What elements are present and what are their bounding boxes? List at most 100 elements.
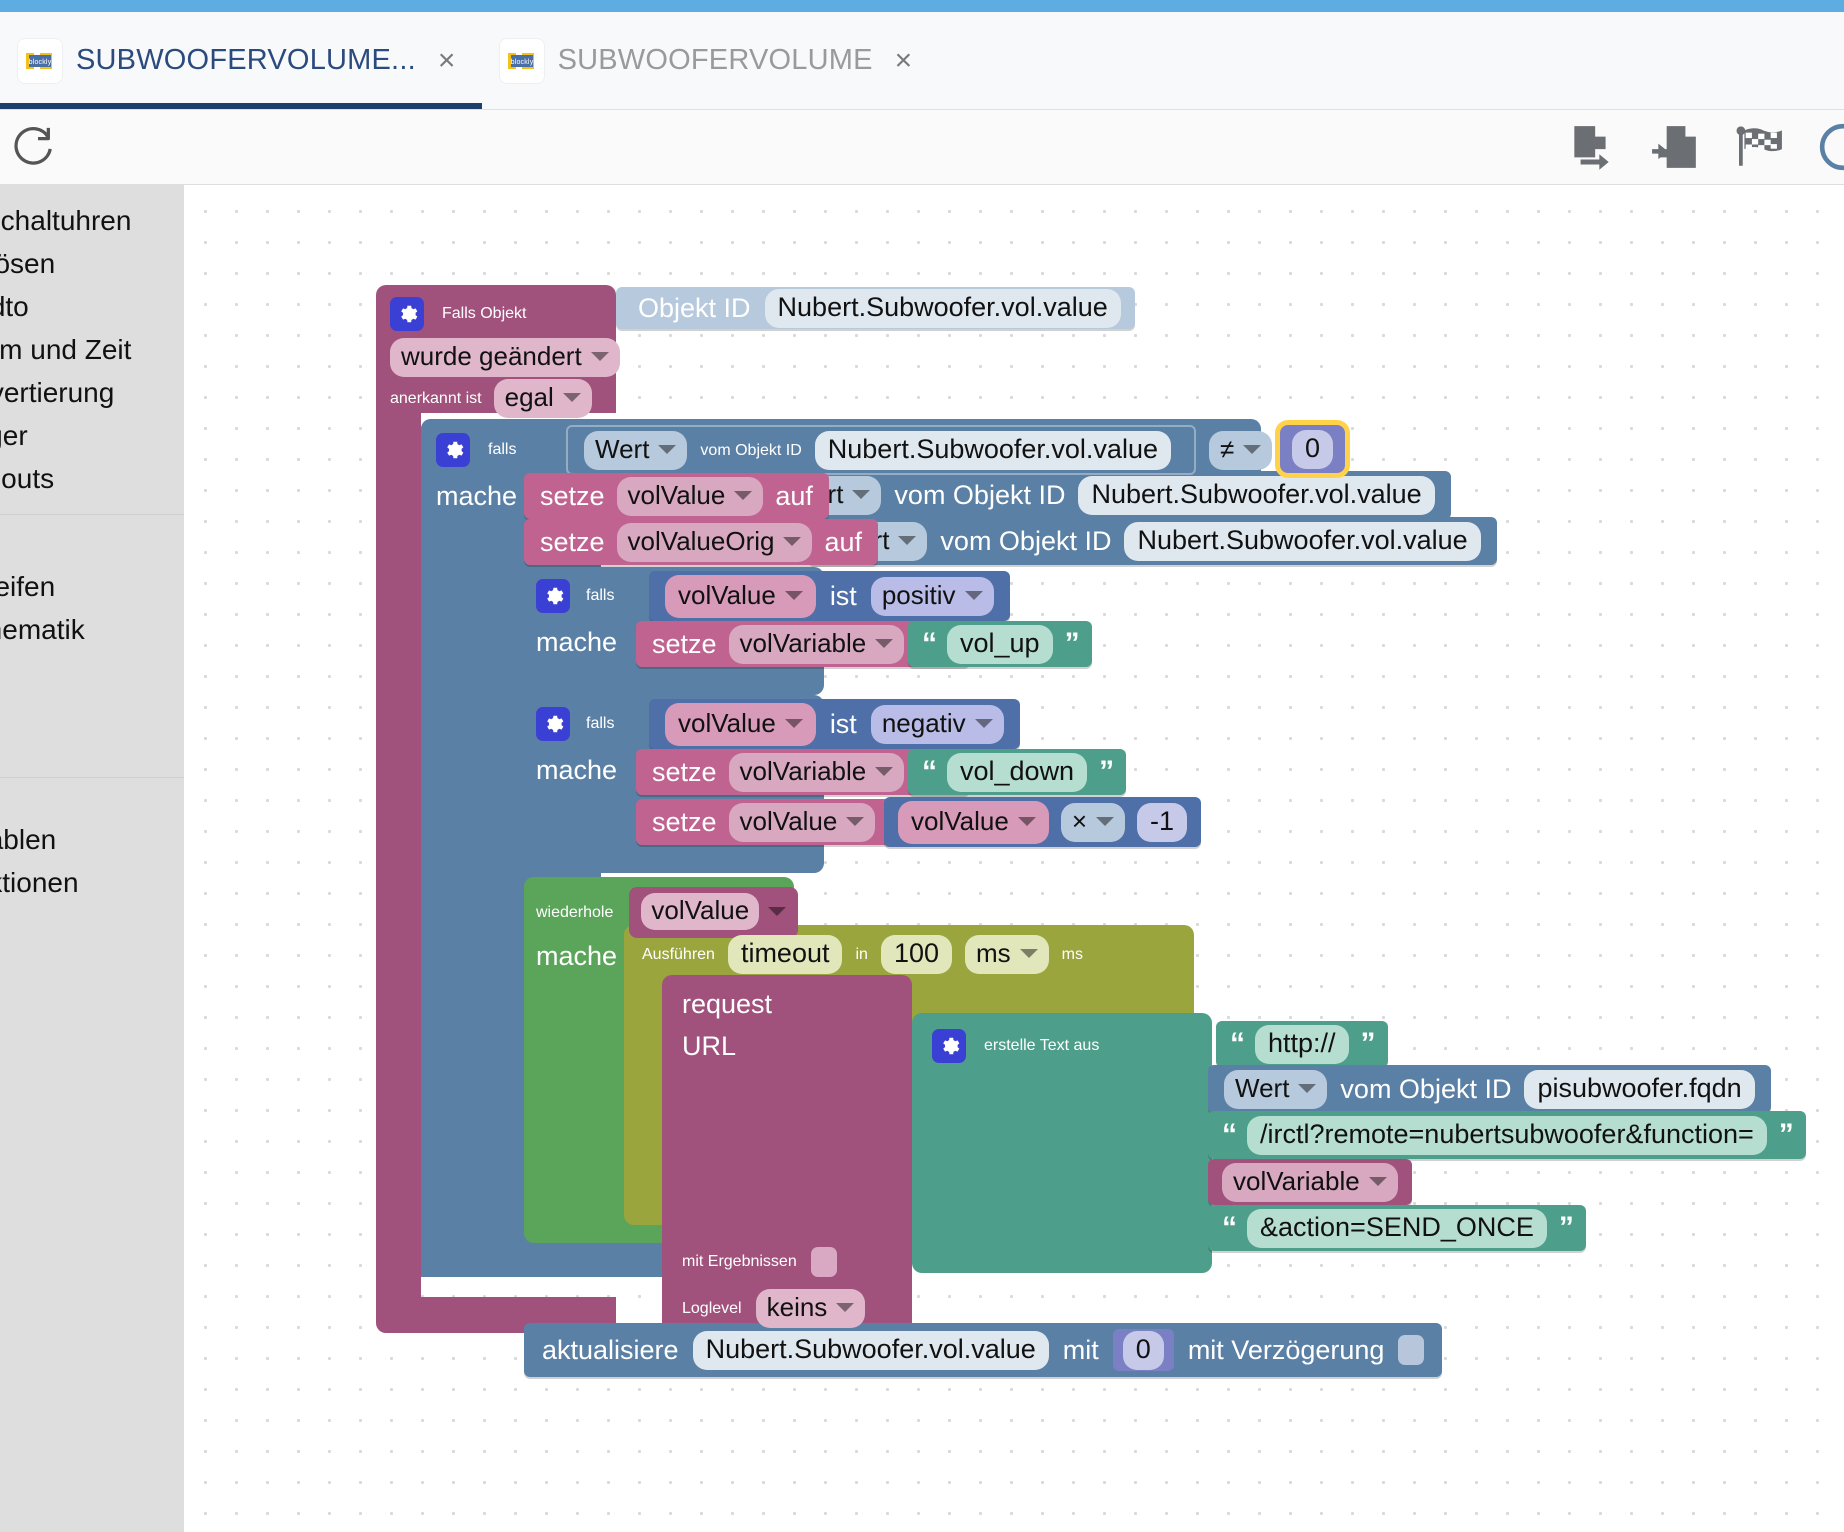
tab-close-icon[interactable]: × xyxy=(895,45,913,76)
volvariable-dropdown[interactable]: volVariable xyxy=(728,752,905,792)
math-number-value[interactable]: -1 xyxy=(1137,802,1188,842)
math-operator-dropdown[interactable]: × xyxy=(1060,802,1125,842)
text-vol-down-value[interactable]: vol_down xyxy=(947,752,1088,792)
tab-close-icon[interactable]: × xyxy=(438,45,456,76)
export-blocks-icon[interactable] xyxy=(1566,122,1616,172)
set-volvalue-variable-dropdown[interactable]: volValue xyxy=(616,476,764,516)
condition-getvalue[interactable]: Wert vom Objekt ID Nubert.Subwoofer.vol.… xyxy=(584,431,1171,470)
checkered-flag-icon[interactable] xyxy=(1734,122,1784,172)
volvariable-value: volVariable xyxy=(1233,1165,1360,1196)
gear-icon[interactable] xyxy=(536,707,570,741)
text-vol-up-value[interactable]: vol_up xyxy=(947,624,1053,664)
toolbox-category-mathematik[interactable]: Mathematik xyxy=(0,608,184,651)
tab-subwoofervolume-1[interactable]: blockly SUBWOOFERVOLUME... × xyxy=(0,12,482,109)
blockly-toolbox[interactable]: Zeitschaltuhren Auslösen Sendto Datum un… xyxy=(0,185,184,1532)
gear-icon[interactable] xyxy=(390,297,424,331)
blockly-workspace[interactable]: Falls Objekt Objekt ID Nubert.Subwoofer.… xyxy=(184,185,1844,1532)
block-number-compare-selected[interactable]: 0 xyxy=(1280,425,1346,473)
getvalue-object-id[interactable]: Nubert.Subwoofer.vol.value xyxy=(1078,475,1435,515)
chevron-down-icon xyxy=(784,718,803,728)
objekt-id-label: Objekt ID xyxy=(638,292,751,323)
getvalue-object-id[interactable]: pisubwoofer.fqdn xyxy=(1524,1069,1755,1109)
update-delay-toggle[interactable] xyxy=(1398,1335,1425,1365)
block-trigger-body-left[interactable] xyxy=(376,413,421,1317)
text-action-value[interactable]: &action=SEND_ONCE xyxy=(1247,1208,1547,1248)
text-http-value[interactable]: http:// xyxy=(1255,1024,1349,1064)
getvalue-selector-dropdown[interactable]: Wert xyxy=(1224,1069,1328,1109)
math-operand-dropdown[interactable]: volValue xyxy=(898,800,1049,844)
update-object-id[interactable]: Nubert.Subwoofer.vol.value xyxy=(692,1330,1049,1370)
trigger-mode-dropdown[interactable]: wurde geändert xyxy=(390,338,620,377)
toolbox-category-funktionen[interactable]: Funktionen xyxy=(0,861,184,904)
toolbox-category-sendto[interactable]: Sendto xyxy=(0,285,184,328)
positiv-test-dropdown[interactable]: positiv xyxy=(870,576,994,616)
ack-dropdown[interactable]: egal xyxy=(493,379,592,418)
timeout-unit-value: ms xyxy=(976,938,1011,968)
block-set-volvalue[interactable]: setze volValue auf xyxy=(524,473,829,519)
block-objekt-id[interactable]: Objekt ID Nubert.Subwoofer.vol.value xyxy=(616,287,1135,329)
block-test-positiv[interactable]: volValue ist positiv xyxy=(649,571,1010,621)
block-text-vol-up[interactable]: “ vol_up ” xyxy=(908,621,1092,667)
block-test-negativ[interactable]: volValue ist negativ xyxy=(649,699,1020,749)
toolbox-category-datum-und-zeit[interactable]: Datum und Zeit xyxy=(0,328,184,371)
toolbox-category-zeitschaltuhren[interactable]: Zeitschaltuhren xyxy=(0,199,184,242)
toolbox-category-variablen[interactable]: Variablen xyxy=(0,818,184,861)
update-number-value[interactable]: 0 xyxy=(1122,1330,1164,1370)
timeout-unit-suffix: ms xyxy=(1061,945,1083,963)
chevron-down-icon xyxy=(590,352,609,361)
block-text-irctl[interactable]: “ /irctl?remote=nubertsubwoofer&function… xyxy=(1208,1111,1806,1159)
reload-icon[interactable] xyxy=(10,124,56,170)
repeat-variable-dropdown[interactable]: volValue xyxy=(629,887,799,938)
objekt-id-value[interactable]: Nubert.Subwoofer.vol.value xyxy=(764,288,1121,328)
timeout-in-label: in xyxy=(855,945,868,963)
tab-subwoofervolume-2[interactable]: blockly SUBWOOFERVOLUME × xyxy=(482,12,939,109)
import-blocks-icon[interactable] xyxy=(1650,122,1700,172)
positiv-variable-dropdown[interactable]: volValue xyxy=(665,574,816,618)
text-irctl-value[interactable]: /irctl?remote=nubertsubwoofer&function= xyxy=(1247,1115,1767,1155)
timeout-unit-dropdown[interactable]: ms xyxy=(965,935,1049,974)
getvalue-object-id[interactable]: Nubert.Subwoofer.vol.value xyxy=(814,431,1171,470)
block-variable-volvariable[interactable]: volVariable xyxy=(1208,1159,1412,1205)
request-loglevel-row: Loglevel keins xyxy=(682,1289,866,1328)
negate-variable-dropdown[interactable]: volValue xyxy=(728,802,876,842)
request-results-toggle[interactable] xyxy=(810,1247,837,1277)
request-loglevel-dropdown[interactable]: keins xyxy=(755,1289,866,1328)
timeout-delay-field[interactable]: 100 xyxy=(880,935,952,974)
toolbox-category-schleifen[interactable]: Schleifen xyxy=(0,565,184,608)
block-getvalue-volvalue[interactable]: Wert vom Objekt ID Nubert.Subwoofer.vol.… xyxy=(762,471,1451,519)
toolbox-category-konvertierung[interactable]: Konvertierung xyxy=(0,371,184,414)
if-negativ-label: falls xyxy=(586,715,615,732)
gear-icon[interactable] xyxy=(932,1029,966,1063)
block-text-action[interactable]: “ &action=SEND_ONCE ” xyxy=(1208,1205,1586,1251)
block-text-vol-down[interactable]: “ vol_down ” xyxy=(908,749,1127,795)
compare-number-value[interactable]: 0 xyxy=(1292,429,1334,469)
help-icon[interactable] xyxy=(1818,122,1844,172)
timeout-name-field[interactable]: timeout xyxy=(727,935,843,974)
block-math-multiply[interactable]: volValue × -1 xyxy=(884,797,1202,847)
getvalue-object-id[interactable]: Nubert.Subwoofer.vol.value xyxy=(1124,521,1481,561)
negativ-variable-dropdown[interactable]: volValue xyxy=(665,702,816,746)
setze-label: setze xyxy=(652,806,717,837)
set-volvalueorig-variable-dropdown[interactable]: volValueOrig xyxy=(616,522,813,562)
volvariable-dropdown[interactable]: volVariable xyxy=(728,624,905,664)
getvalue-selector-dropdown[interactable]: Wert xyxy=(584,431,688,470)
if-positiv-header: falls xyxy=(536,579,614,613)
set-volvalue-variable: volValue xyxy=(627,479,726,510)
block-text-http[interactable]: “ http:// ” xyxy=(1216,1021,1388,1067)
block-getvalue-volvalueorig[interactable]: Wert vom Objekt ID Nubert.Subwoofer.vol.… xyxy=(808,517,1497,565)
gear-icon[interactable] xyxy=(536,579,570,613)
toolbox-divider xyxy=(0,514,184,515)
gear-icon[interactable] xyxy=(436,433,470,467)
if-positiv-do-label: mache xyxy=(536,627,618,657)
compare-operator-dropdown[interactable]: ≠ xyxy=(1209,431,1273,470)
negativ-test-dropdown[interactable]: negativ xyxy=(870,704,1004,744)
positiv-test-value: positiv xyxy=(881,579,956,610)
block-set-volvalueorig[interactable]: setze volValueOrig auf xyxy=(524,519,879,565)
volvariable-dropdown[interactable]: volVariable xyxy=(1222,1162,1398,1202)
block-getvalue-fqdn[interactable]: Wert vom Objekt ID pisubwoofer.fqdn xyxy=(1208,1065,1771,1113)
toolbox-category-timeouts[interactable]: Timeouts xyxy=(0,457,184,500)
toolbox-category-trigger[interactable]: Trigger xyxy=(0,414,184,457)
block-update-number[interactable]: 0 xyxy=(1112,1329,1174,1371)
block-update-state[interactable]: aktualisiere Nubert.Subwoofer.vol.value … xyxy=(524,1323,1443,1377)
toolbox-category-ausloesen[interactable]: Auslösen xyxy=(0,242,184,285)
